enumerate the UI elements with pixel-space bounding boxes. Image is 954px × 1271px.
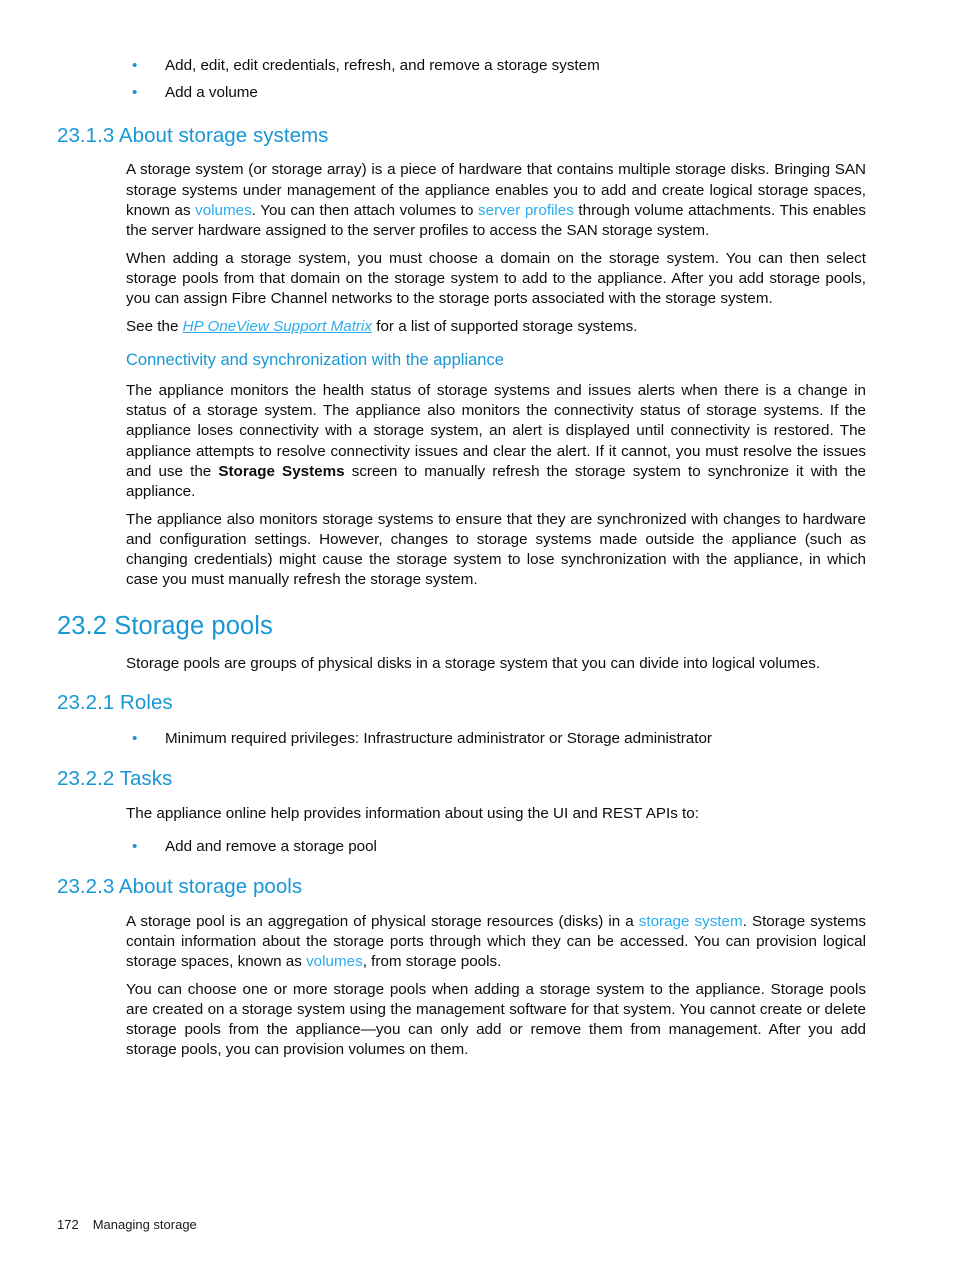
subheading-connectivity-and-synchronization: Connectivity and synchronization with th…	[126, 350, 504, 369]
tasks-list: • Add and remove a storage pool	[132, 837, 866, 857]
list-item-label: Add a volume	[165, 84, 258, 102]
link-server-profiles[interactable]: server profiles	[478, 202, 574, 219]
page-footer: 172 Managing storage	[57, 1217, 197, 1233]
link-storage-system[interactable]: storage system	[639, 913, 743, 930]
paragraph-about-storage-pools-1: A storage pool is an aggregation of phys…	[126, 912, 866, 973]
chapter-name: Managing storage	[92, 1217, 197, 1232]
emphasis-storage-systems-screen: Storage Systems	[218, 462, 345, 480]
heading-23-2-2: 23.2.2 Tasks	[57, 767, 173, 791]
heading-23-2: 23.2 Storage pools	[57, 612, 273, 641]
heading-23-1-3: 23.1.3 About storage systems	[57, 124, 329, 148]
paragraph-connectivity-1: The appliance monitors the health status…	[126, 381, 866, 502]
paragraph-about-storage-systems-2: When adding a storage system, you must c…	[126, 249, 866, 308]
text-run: , from storage pools.	[362, 953, 502, 971]
top-task-list: • Add, edit, edit credentials, refresh, …	[132, 56, 866, 103]
link-volumes[interactable]: volumes	[306, 953, 363, 970]
paragraph-storage-pools-intro: Storage pools are groups of physical dis…	[126, 655, 821, 673]
roles-list: • Minimum required privileges: Infrastru…	[132, 729, 866, 749]
text-run: for a list of supported storage systems.	[372, 317, 638, 335]
list-item: • Minimum required privileges: Infrastru…	[132, 729, 866, 749]
link-hp-oneview-support-matrix[interactable]: HP OneView Support Matrix	[183, 318, 372, 335]
link-volumes[interactable]: volumes	[195, 202, 252, 219]
bullet-icon: •	[132, 837, 138, 855]
list-item: • Add, edit, edit credentials, refresh, …	[132, 56, 866, 76]
heading-23-2-1: 23.2.1 Roles	[57, 691, 173, 715]
text-run: . You can then attach volumes to	[251, 201, 479, 219]
paragraph-tasks-intro: The appliance online help provides infor…	[126, 805, 699, 823]
list-item-label: Add and remove a storage pool	[165, 837, 377, 855]
bullet-icon: •	[132, 84, 138, 102]
paragraph-about-storage-systems-1: A storage system (or storage array) is a…	[126, 160, 866, 241]
list-item: • Add and remove a storage pool	[132, 837, 866, 857]
page-content: • Add, edit, edit credentials, refresh, …	[0, 0, 954, 1061]
paragraph-connectivity-2: The appliance also monitors storage syst…	[126, 510, 866, 589]
paragraph-support-matrix: See the HP OneView Support Matrix for a …	[126, 317, 866, 337]
page-number: 172	[57, 1217, 79, 1232]
bullet-icon: •	[132, 57, 138, 74]
list-item-label: Add, edit, edit credentials, refresh, an…	[165, 57, 600, 74]
list-item: • Add a volume	[132, 83, 866, 103]
document-page: • Add, edit, edit credentials, refresh, …	[0, 0, 954, 1271]
heading-23-2-3: 23.2.3 About storage pools	[57, 874, 303, 898]
bullet-icon: •	[132, 730, 138, 748]
text-run: See the	[126, 317, 183, 335]
list-item-label: Minimum required privileges: Infrastruct…	[165, 730, 712, 748]
text-run: A storage pool is an aggregation of phys…	[126, 912, 639, 930]
paragraph-about-storage-pools-2: You can choose one or more storage pools…	[126, 980, 866, 1059]
